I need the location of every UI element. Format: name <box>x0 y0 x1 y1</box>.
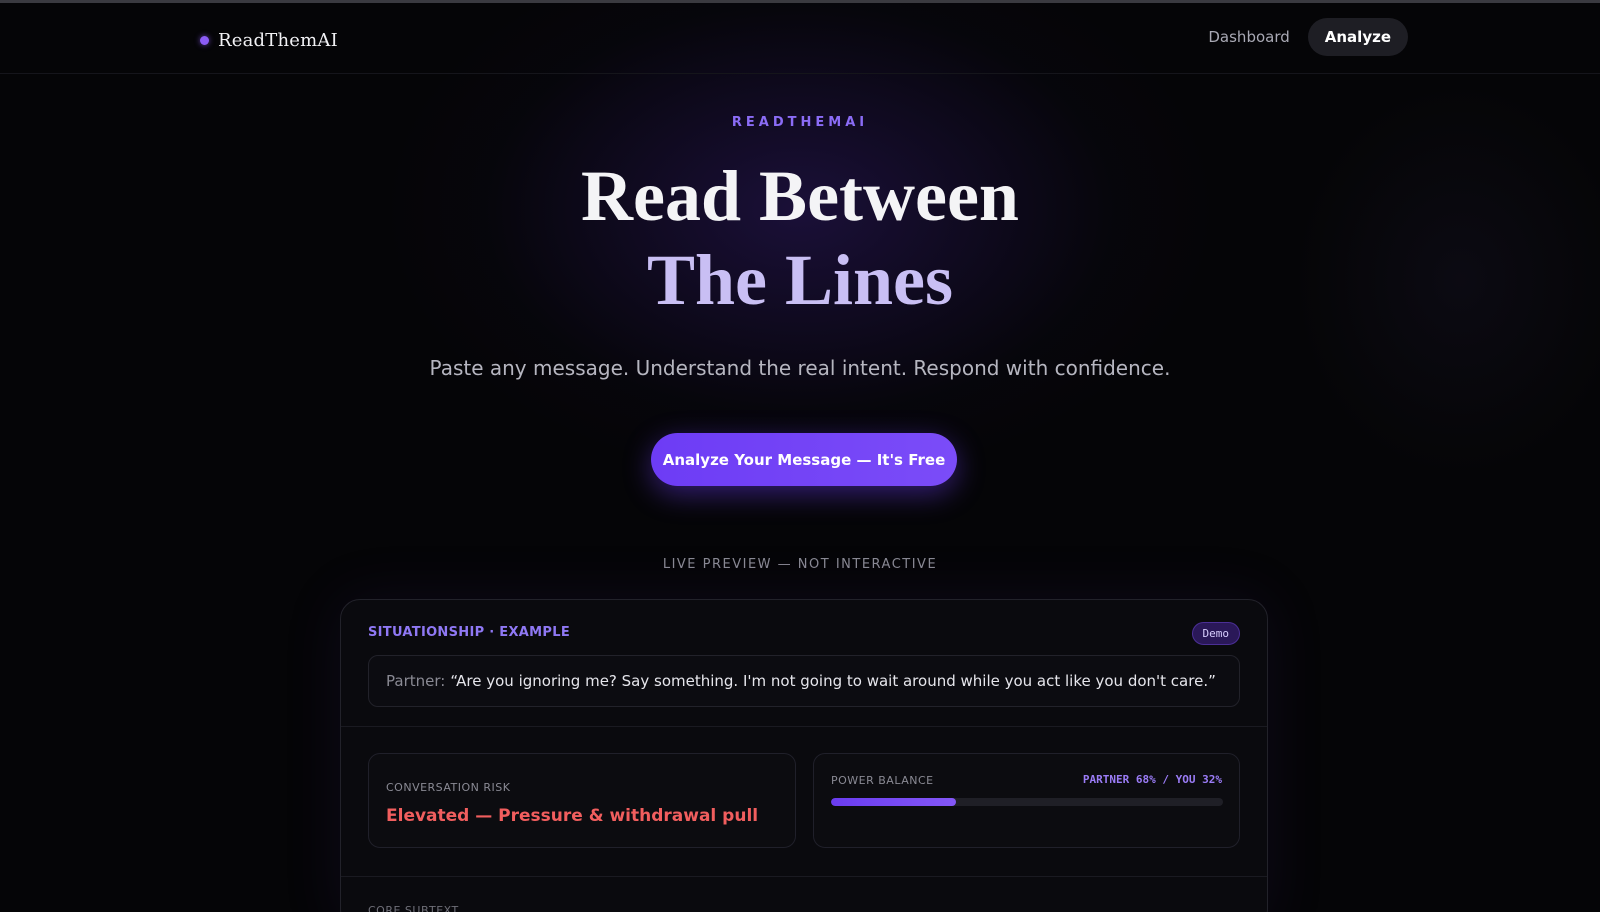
nav-link-analyze[interactable]: Analyze <box>1307 18 1408 56</box>
quote-speaker: Partner: <box>386 672 446 690</box>
card-divider-2 <box>341 876 1267 877</box>
power-bar-fill <box>831 798 957 806</box>
power-value: PARTNER 68% / YOU 32% <box>1082 773 1222 786</box>
hero-title-line1: Read Between <box>581 156 1019 236</box>
brand-dot-icon <box>200 35 209 45</box>
power-label: POWER BALANCE <box>831 774 934 787</box>
demo-badge: Demo <box>1191 622 1240 645</box>
scenario-tag: SITUATIONSHIP · EXAMPLE <box>368 625 571 640</box>
preview-card-header: SITUATIONSHIP · EXAMPLE Demo <box>368 622 1240 646</box>
nav-link-dashboard[interactable]: Dashboard <box>1206 18 1291 56</box>
power-bar-track <box>831 798 1223 806</box>
landing-page: ReadThemAI Dashboard Analyze READTHEMAI … <box>0 0 1600 912</box>
hero-title: Read Between The Lines <box>0 154 1600 322</box>
message-quote: Partner: “Are you ignoring me? Say somet… <box>368 655 1240 707</box>
risk-label: CONVERSATION RISK <box>386 781 511 794</box>
card-divider <box>341 726 1267 727</box>
brand-name: ReadThemAI <box>218 29 338 51</box>
conversation-risk-panel: CONVERSATION RISK Elevated — Pressure & … <box>368 753 796 848</box>
nav-links: Dashboard Analyze <box>1206 18 1408 56</box>
quote-text: “Are you ignoring me? Say something. I'm… <box>450 672 1216 690</box>
live-preview-label: LIVE PREVIEW — NOT INTERACTIVE <box>662 557 938 572</box>
core-subtext-label: CORE SUBTEXT <box>368 904 459 912</box>
top-navbar: ReadThemAI Dashboard Analyze <box>0 3 1600 74</box>
hero-title-line2: The Lines <box>646 240 954 320</box>
risk-value: Elevated — Pressure & withdrawal pull <box>386 806 759 826</box>
hero-eyebrow: READTHEMAI <box>731 115 869 130</box>
power-balance-panel: POWER BALANCE PARTNER 68% / YOU 32% <box>813 753 1240 848</box>
preview-card: SITUATIONSHIP · EXAMPLE Demo Partner: “A… <box>340 599 1268 912</box>
brand-logo[interactable]: ReadThemAI <box>200 25 338 55</box>
hero-subtitle: Paste any message. Understand the real i… <box>429 356 1171 380</box>
analyze-cta-button[interactable]: Analyze Your Message — It's Free <box>651 433 957 486</box>
